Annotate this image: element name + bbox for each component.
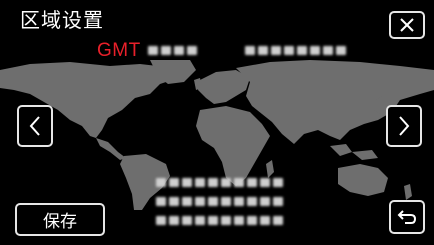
chevron-right-icon	[399, 116, 410, 136]
page-title: 区域设置	[20, 8, 104, 32]
next-region-button[interactable]	[386, 105, 422, 147]
previous-region-button[interactable]	[17, 105, 53, 147]
current-time-obscured	[245, 46, 346, 55]
gmt-label: GMT	[97, 40, 141, 61]
return-icon	[397, 210, 417, 224]
world-map-graphic	[0, 60, 434, 210]
city-list-line-3	[156, 216, 283, 225]
close-button[interactable]	[389, 11, 425, 39]
chevron-left-icon	[29, 116, 40, 136]
world-map[interactable]	[0, 60, 434, 210]
city-list-line-2	[156, 197, 283, 206]
save-button[interactable]: 保存	[15, 203, 105, 236]
close-icon	[400, 18, 414, 32]
city-list-line-1	[156, 178, 283, 187]
region-settings-screen: 区域设置 GMT 保存	[0, 0, 434, 245]
gmt-offset-obscured	[148, 46, 197, 55]
return-button[interactable]	[389, 200, 425, 234]
